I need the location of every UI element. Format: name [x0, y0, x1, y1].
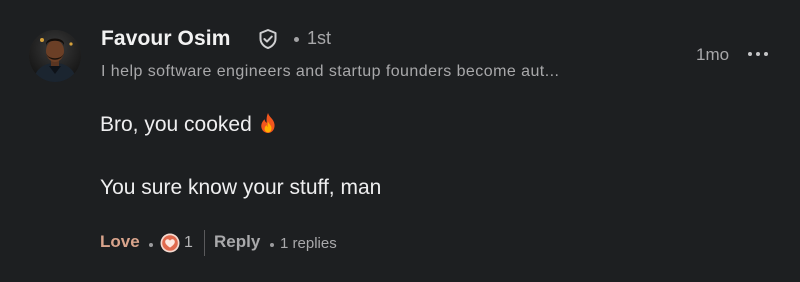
comment-text: Bro, you cooked [100, 113, 252, 136]
separator-dot [270, 243, 274, 247]
reply-button[interactable]: Reply [214, 232, 260, 252]
separator-dot [149, 243, 153, 247]
comment-line-1: Bro, you cooked [100, 112, 278, 137]
more-dot [748, 52, 752, 56]
author-name[interactable]: Favour Osim [101, 27, 230, 51]
verified-shield-icon [259, 29, 277, 49]
comment-card: Favour Osim 1st I help software engineer… [0, 0, 800, 282]
reaction-count[interactable]: 1 [184, 234, 193, 252]
author-headline: I help software engineers and startup fo… [101, 63, 560, 80]
more-dot [764, 52, 768, 56]
more-dot [756, 52, 760, 56]
separator-dot [294, 37, 299, 42]
heart-reaction-icon[interactable] [160, 233, 180, 253]
love-reaction-button[interactable]: Love [100, 232, 140, 252]
connection-degree: 1st [307, 28, 332, 48]
action-divider [204, 230, 205, 256]
replies-count-link[interactable]: 1 replies [280, 235, 337, 252]
more-options-button[interactable] [748, 51, 770, 59]
comment-line-2: You sure know your stuff, man [100, 176, 382, 199]
avatar[interactable] [29, 30, 81, 82]
fire-icon [261, 113, 275, 133]
comment-timestamp: 1mo [696, 45, 730, 64]
